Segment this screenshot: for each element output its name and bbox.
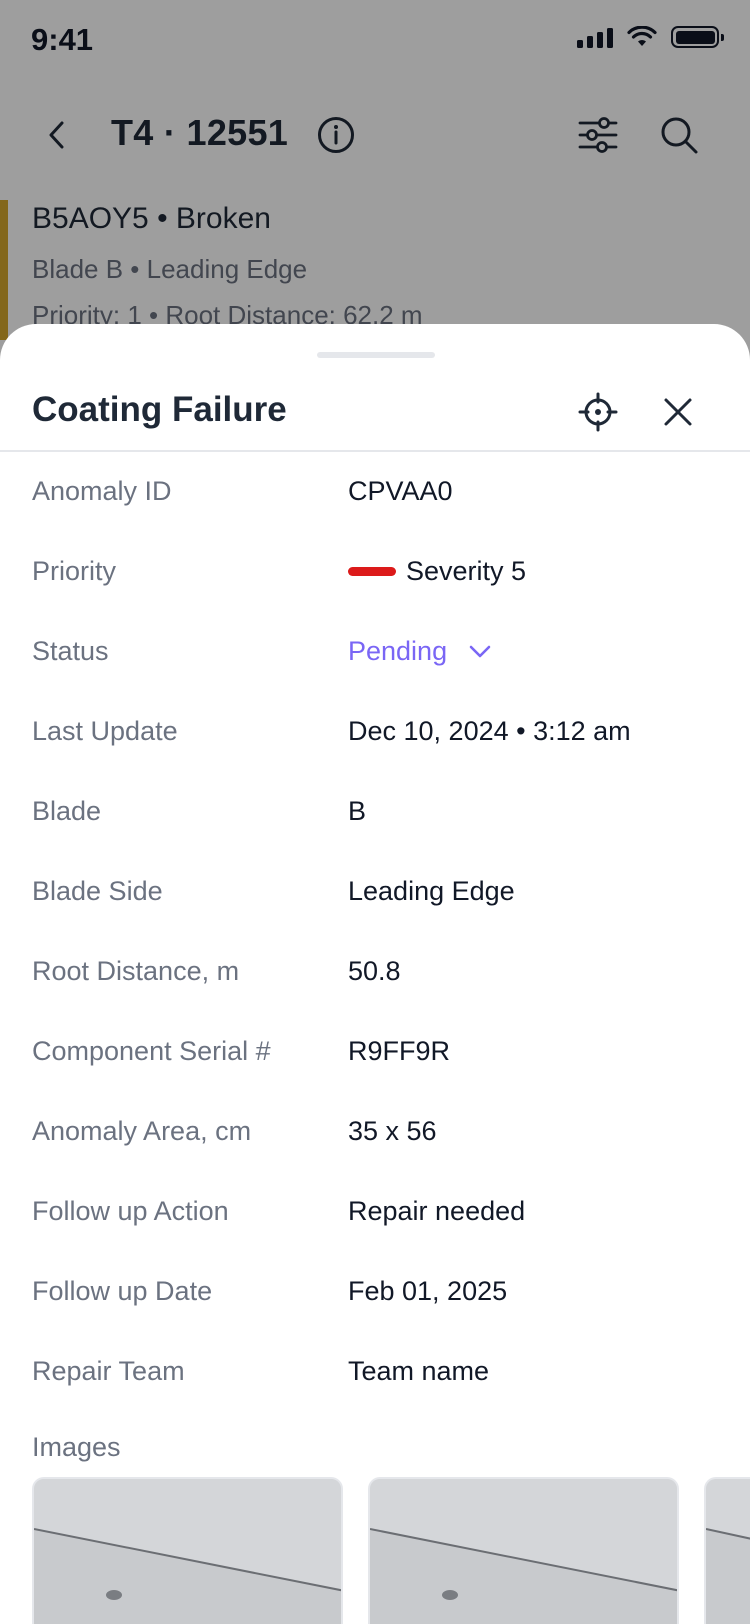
anomaly-area-value: 35 x 56 <box>348 1116 437 1146</box>
anomaly-photo <box>706 1479 750 1624</box>
sheet-grabber[interactable] <box>317 352 435 358</box>
detail-value: 50.8 <box>348 956 401 987</box>
detail-value: R9FF9R <box>348 1036 450 1067</box>
image-thumbnail[interactable] <box>368 1477 679 1624</box>
anomaly-photo <box>370 1479 677 1624</box>
close-icon <box>664 398 692 426</box>
anomaly-photo <box>34 1479 341 1624</box>
detail-label: Anomaly Area, cm <box>32 1116 252 1146</box>
detail-row-anomaly-id: Anomaly ID CPVAA0 <box>0 462 750 522</box>
detail-value: Severity 5 <box>348 556 526 587</box>
sheet-divider <box>0 450 750 452</box>
image-thumbnail[interactable] <box>32 1477 343 1624</box>
detail-label: Root Distance, m <box>32 956 240 986</box>
detail-label: Repair Team <box>32 1356 185 1386</box>
detail-row-priority: Priority Severity 5 <box>0 542 750 602</box>
detail-row-anomaly-area: Anomaly Area, cm 35 x 56 <box>0 1102 750 1162</box>
detail-value: Repair needed <box>348 1196 525 1227</box>
detail-label: Blade Side <box>32 876 163 906</box>
detail-value: 35 x 56 <box>348 1116 437 1147</box>
last-update-value: Dec 10, 2024 • 3:12 am <box>348 716 631 746</box>
detail-row-last-update: Last Update Dec 10, 2024 • 3:12 am <box>0 702 750 762</box>
detail-row-component-serial: Component Serial # R9FF9R <box>0 1022 750 1082</box>
detail-label: Follow up Action <box>32 1196 229 1226</box>
image-thumbnail[interactable] <box>704 1477 750 1624</box>
root-distance-value: 50.8 <box>348 956 401 986</box>
detail-value: CPVAA0 <box>348 476 453 507</box>
detail-label: Priority <box>32 556 117 586</box>
status-dropdown[interactable]: Pending <box>348 636 491 667</box>
detail-row-blade-side: Blade Side Leading Edge <box>0 862 750 922</box>
detail-row-root-distance: Root Distance, m 50.8 <box>0 942 750 1002</box>
detail-row-follow-up-date: Follow up Date Feb 01, 2025 <box>0 1262 750 1322</box>
detail-row-status: Status Pending <box>0 622 750 682</box>
close-button[interactable] <box>658 392 698 432</box>
repair-team-value: Team name <box>348 1356 490 1386</box>
detail-label: Status <box>32 636 109 666</box>
follow-up-date-value: Feb 01, 2025 <box>348 1276 508 1306</box>
component-serial-value: R9FF9R <box>348 1036 451 1066</box>
detail-label: Component Serial # <box>32 1036 271 1066</box>
status-value: Pending <box>348 636 448 666</box>
detail-label: Follow up Date <box>32 1276 213 1306</box>
severity-indicator <box>348 567 396 576</box>
locate-button[interactable] <box>578 392 618 432</box>
locate-icon <box>578 392 618 432</box>
chevron-down-icon <box>469 645 491 657</box>
blade-side-value: Leading Edge <box>348 876 515 906</box>
bottom-sheet: Coating Failure Anomaly ID CPVAA0 Priori… <box>0 324 750 1624</box>
anomaly-id-value: CPVAA0 <box>348 476 453 506</box>
detail-value: Feb 01, 2025 <box>348 1276 507 1307</box>
follow-up-action-value: Repair needed <box>348 1196 526 1226</box>
detail-row-blade: Blade B <box>0 782 750 842</box>
detail-value: Dec 10, 2024 • 3:12 am <box>348 716 631 747</box>
detail-label: Anomaly ID <box>32 476 172 506</box>
images-label: Images <box>32 1432 121 1462</box>
detail-label: Last Update <box>32 716 178 746</box>
detail-row-follow-up-action: Follow up Action Repair needed <box>0 1182 750 1242</box>
detail-value: B <box>348 796 366 827</box>
detail-value: Team name <box>348 1356 489 1387</box>
priority-value: Severity 5 <box>406 556 527 586</box>
detail-row-repair-team: Repair Team Team name <box>0 1342 750 1402</box>
detail-label: Blade <box>32 796 102 826</box>
blade-value: B <box>348 796 367 826</box>
sheet-title: Coating Failure <box>32 390 287 429</box>
detail-value: Leading Edge <box>348 876 515 907</box>
